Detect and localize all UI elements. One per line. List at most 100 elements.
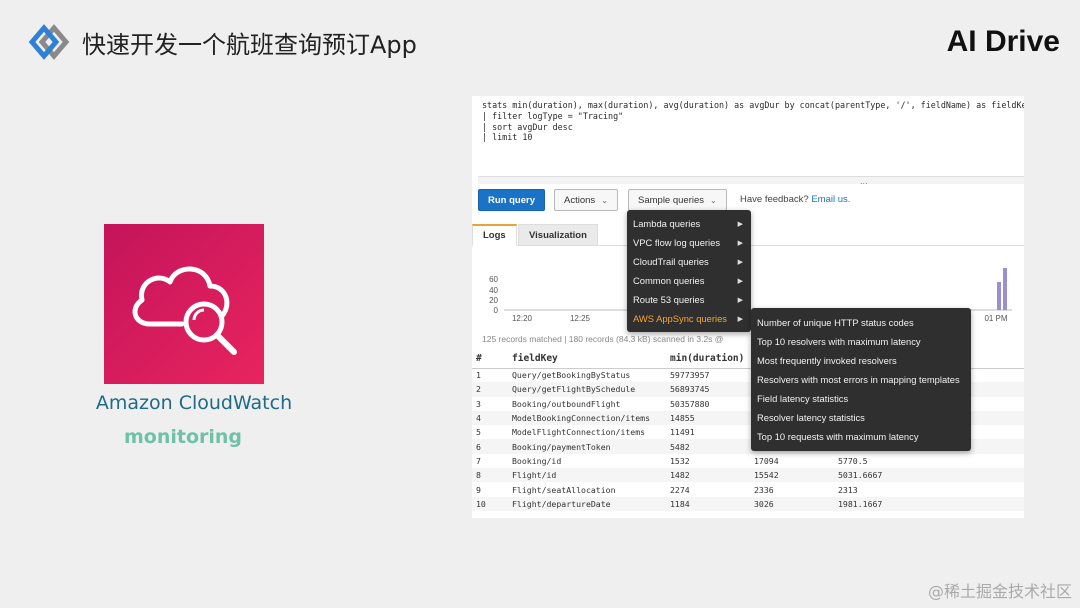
submenu-item[interactable]: Top 10 resolvers with maximum latency <box>751 332 971 351</box>
table-row[interactable]: 10 Flight/departureDate 1184 3026 1981.1667 <box>472 496 1024 511</box>
chevron-right-icon: ▶ <box>737 296 743 304</box>
table-cell: 1 <box>476 370 481 381</box>
chevron-down-icon: ⌄ <box>710 195 717 205</box>
table-cell: 5 <box>476 427 481 438</box>
table-cell: 1184 <box>666 496 750 511</box>
table-cell: 4 <box>472 410 508 426</box>
submenu-item[interactable]: Field latency statistics <box>751 389 971 408</box>
query-editor[interactable]: stats min(duration), max(duration), avg(… <box>478 96 1024 176</box>
tab-logs[interactable]: Logs <box>472 224 517 246</box>
table-cell: 5482 <box>666 439 750 454</box>
menu-item-label: Lambda queries <box>633 218 701 229</box>
sample-queries-menu: Lambda queries ▶ VPC flow log queries ▶ Clou… <box>627 210 751 332</box>
column-header[interactable]: min(duration) <box>666 350 750 369</box>
submenu-item[interactable]: Resolver latency statistics <box>751 408 971 427</box>
run-query-button[interactable]: Run query <box>478 189 545 211</box>
x-tick: 12:25 <box>570 314 591 323</box>
table-cell: 9 <box>476 484 481 495</box>
tab-visualization[interactable]: Visualization <box>518 224 598 246</box>
menu-item[interactable]: Lambda queries ▶ <box>627 214 751 233</box>
appsync-queries-submenu: Number of unique HTTP status codes Top 10… <box>751 308 971 451</box>
query-line[interactable]: | sort avgDur desc <box>482 122 1020 133</box>
table-cell: 15542 <box>750 468 834 483</box>
table-row[interactable]: 7 Booking/id 1532 17094 5770.5 <box>472 454 1024 468</box>
chevron-right-icon: ▶ <box>737 258 743 266</box>
menu-item[interactable]: CloudTrail queries ▶ <box>627 252 751 271</box>
cloud-search-icon <box>104 224 264 384</box>
menu-item[interactable]: AWS AppSync queries ▶ <box>627 309 751 328</box>
table-cell: 1532 <box>670 455 690 466</box>
y-tick: 20 <box>489 296 498 305</box>
table-cell: Flight/seatAllocation <box>512 484 616 495</box>
table-cell: Booking/paymentToken <box>508 439 666 454</box>
chevron-right-icon: ▶ <box>737 315 743 323</box>
feedback-text: Have feedback? Email us. <box>740 194 850 205</box>
table-cell: 8 <box>472 468 508 483</box>
chevron-right-icon: ▶ <box>737 220 743 228</box>
x-tick: 12:20 <box>512 314 533 323</box>
page-title: 快速开发一个航班查询预订App <box>82 30 417 59</box>
table-cell: Flight/id <box>508 468 666 483</box>
query-line[interactable]: | limit 10 <box>482 132 1020 143</box>
actions-button[interactable]: Actions ⌄ <box>554 189 618 211</box>
resize-grip-icon[interactable]: ... <box>860 177 868 186</box>
menu-item[interactable]: Common queries ▶ <box>627 271 751 290</box>
table-cell: 2 <box>472 382 508 397</box>
menu-item-label: VPC flow log queries <box>633 237 721 248</box>
table-cell: 50357880 <box>670 398 710 409</box>
y-tick: 60 <box>489 275 498 284</box>
table-cell: 11491 <box>670 427 695 438</box>
sample-queries-button[interactable]: Sample queries ⌄ <box>628 189 727 211</box>
chevron-right-icon: ▶ <box>737 277 743 285</box>
table-cell: 17094 <box>754 455 779 466</box>
table-cell: 14855 <box>666 410 750 426</box>
query-line[interactable]: | filter logType = "Tracing" <box>482 111 1020 122</box>
table-cell: 5770.5 <box>838 455 868 466</box>
editor-resize-bar[interactable]: ... <box>478 176 1024 186</box>
column-header[interactable]: # <box>472 350 508 369</box>
records-summary: 125 records matched | 180 records (84.3 … <box>482 334 724 344</box>
table-cell: Booking/id <box>512 455 562 466</box>
submenu-item[interactable]: Number of unique HTTP status codes <box>751 313 971 332</box>
actions-label: Actions <box>564 194 596 206</box>
table-cell: 10 <box>472 496 508 511</box>
histogram-bar <box>997 282 1001 310</box>
table-cell: 6 <box>472 439 508 454</box>
menu-item[interactable]: Route 53 queries ▶ <box>627 290 751 309</box>
service-name: Amazon CloudWatch <box>95 392 293 414</box>
brand-logo: AI Drive <box>947 22 1060 62</box>
table-cell: Flight/departureDate <box>508 496 666 511</box>
table-cell: 2313 <box>838 484 858 495</box>
table-cell: 3026 <box>750 496 834 511</box>
menu-item-label: Route 53 queries <box>633 294 705 305</box>
x-tick: 01 PM <box>984 314 1007 323</box>
table-cell: 1981.1667 <box>834 496 1024 511</box>
submenu-item[interactable]: Top 10 requests with maximum latency <box>751 427 971 446</box>
brand-text: AI Drive <box>946 25 1060 58</box>
table-cell: ModelFlightConnection/items <box>512 427 646 438</box>
table-cell: ModelBookingConnection/items <box>508 410 666 426</box>
chevron-right-icon: ▶ <box>737 239 743 247</box>
table-cell: Query/getFlightBySchedule <box>508 382 666 397</box>
y-tick: 0 <box>494 306 499 315</box>
table-cell: 5031.6667 <box>834 468 1024 483</box>
submenu-item[interactable]: Resolvers with most errors in mapping te… <box>751 370 971 389</box>
query-line[interactable]: stats min(duration), max(duration), avg(… <box>482 100 1024 111</box>
table-cell: Query/getBookingByStatus <box>512 370 631 381</box>
table-cell: 1482 <box>666 468 750 483</box>
menu-item-label: AWS AppSync queries <box>633 313 727 324</box>
submenu-item[interactable]: Most frequently invoked resolvers <box>751 351 971 370</box>
menu-item-label: Common queries <box>633 275 705 286</box>
column-header[interactable]: fieldKey <box>508 350 666 369</box>
slide-title: 快速开发一个航班查询预订App <box>28 22 417 62</box>
table-row[interactable]: 9 Flight/seatAllocation 2274 2336 2313 <box>472 482 1024 496</box>
table-row[interactable]: 8 Flight/id 1482 15542 5031.6667 <box>472 468 1024 483</box>
sample-queries-label: Sample queries <box>638 194 705 206</box>
service-subtitle: monitoring <box>123 426 243 448</box>
y-tick: 40 <box>489 286 498 295</box>
table-cell: Booking/outboundFlight <box>512 398 621 409</box>
menu-item[interactable]: VPC flow log queries ▶ <box>627 233 751 252</box>
email-us-link[interactable]: Email us. <box>811 194 850 205</box>
histogram-bar <box>1003 268 1007 310</box>
chevron-down-icon: ⌄ <box>601 195 608 205</box>
